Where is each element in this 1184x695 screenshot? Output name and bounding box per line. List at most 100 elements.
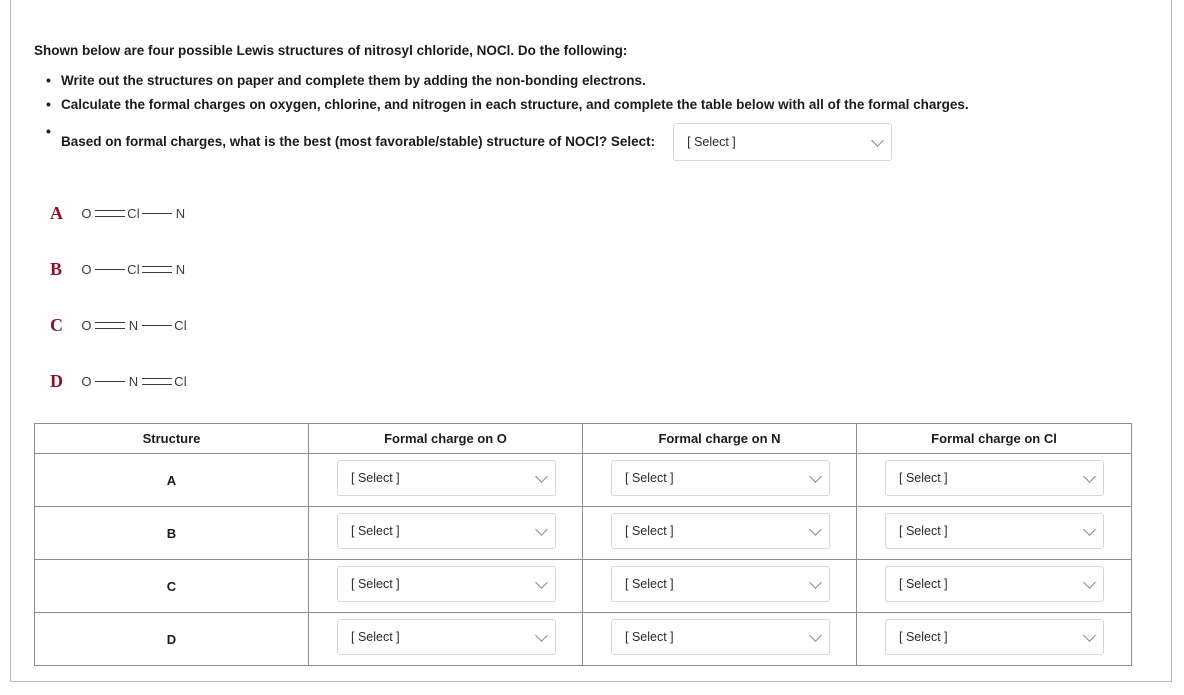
lewis-structure-c-label: C [50, 314, 63, 335]
select-c-charge-cl-value: [ Select ] [899, 576, 948, 591]
select-c-charge-n[interactable]: [ Select ] [611, 565, 830, 602]
exercise-content: Shown below are four possible Lewis stru… [34, 42, 1144, 666]
task-item-1-label: Write out the structures on paper and co… [61, 73, 646, 88]
bond-single [142, 208, 172, 218]
bond-double [142, 376, 172, 386]
atom-n: N [175, 205, 186, 221]
chevron-down-icon [809, 469, 822, 483]
cell-a-charge-o: [ Select ] [308, 453, 583, 507]
table-row: D [ Select ] [ Select ] [Select] [34, 612, 1132, 666]
lewis-structure-a: A O Cl N [34, 185, 1144, 241]
cell-b-charge-cl: [ Select ] [856, 506, 1132, 560]
best-structure-select[interactable]: [ Select ] [673, 123, 893, 161]
best-structure-select-value: [ Select ] [687, 135, 736, 149]
select-a-charge-cl-value: [ Select ] [899, 470, 948, 485]
task-item-3: Based on formal charges, what is the bes… [34, 122, 1144, 161]
chevron-down-icon [809, 575, 822, 589]
column-header-structure: Structure [34, 423, 309, 454]
cell-b-charge-n: [ Select ] [582, 506, 857, 560]
select-c-charge-cl[interactable]: [ Select ] [885, 565, 1104, 602]
select-c-charge-o[interactable]: [ Select ] [337, 565, 556, 602]
select-b-charge-n-value: [ Select ] [625, 523, 674, 538]
row-structure-d-label: D [34, 612, 309, 666]
atom-o: O [81, 205, 92, 221]
lewis-structure-a-formula: O Cl N [80, 206, 187, 221]
select-a-charge-o[interactable]: [ Select ] [337, 459, 556, 496]
select-d-charge-cl[interactable]: [ Select ] [885, 618, 1104, 655]
atom-cl: Cl [174, 373, 187, 389]
select-a-charge-n[interactable]: [ Select ] [611, 459, 830, 496]
chevron-down-icon [535, 469, 548, 483]
chevron-down-icon [1083, 575, 1096, 589]
chevron-down-icon [535, 628, 548, 642]
lewis-structure-b-formula: O Cl N [80, 262, 187, 277]
chevron-down-icon [1083, 628, 1096, 642]
cell-d-charge-o: [ Select ] [308, 612, 583, 666]
row-structure-c-label: C [34, 559, 309, 613]
select-d-charge-o-value: [ Select ] [351, 629, 400, 644]
bond-single [142, 320, 172, 330]
cell-c-charge-cl: [ Select ] [856, 559, 1132, 613]
cell-a-charge-n: [ Select ] [582, 453, 857, 507]
select-b-charge-o[interactable]: [ Select ] [337, 512, 556, 549]
lewis-structure-a-label: A [50, 202, 63, 223]
lewis-structure-d: D O N Cl [34, 353, 1144, 409]
select-a-charge-o-value: [ Select ] [351, 470, 400, 485]
table-row: C [ Select ] [ Select ] [Select] [34, 559, 1132, 613]
chevron-down-icon [535, 575, 548, 589]
cell-c-charge-n: [ Select ] [582, 559, 857, 613]
lewis-structure-c: C O N Cl [34, 297, 1144, 353]
select-a-charge-n-value: [ Select ] [625, 470, 674, 485]
atom-n: N [128, 373, 139, 389]
atom-n: N [128, 317, 139, 333]
lewis-structure-d-label: D [50, 370, 63, 391]
cell-d-charge-cl: [ Select ] [856, 612, 1132, 666]
intro-paragraph: Shown below are four possible Lewis stru… [34, 43, 628, 58]
formal-charge-table: Structure Formal charge on O Formal char… [34, 423, 1132, 666]
cell-d-charge-n: [ Select ] [582, 612, 857, 666]
chevron-down-icon [809, 628, 822, 642]
row-structure-a-label: A [34, 453, 309, 507]
bond-double [95, 208, 125, 218]
select-d-charge-o[interactable]: [ Select ] [337, 618, 556, 655]
chevron-down-icon [1083, 522, 1096, 536]
lewis-structure-d-formula: O N Cl [80, 374, 187, 389]
row-structure-b-label: B [34, 506, 309, 560]
chevron-down-icon [1083, 469, 1096, 483]
select-b-charge-o-value: [ Select ] [351, 523, 400, 538]
atom-o: O [81, 317, 92, 333]
select-d-charge-n[interactable]: [ Select ] [611, 618, 830, 655]
table-row: B [ Select ] [ Select ] [Select] [34, 506, 1132, 560]
select-c-charge-n-value: [ Select ] [625, 576, 674, 591]
atom-o: O [81, 261, 92, 277]
lewis-structures-list: A O Cl N B O Cl N C O N Cl D O N Cl [34, 185, 1144, 409]
lewis-structure-b-label: B [50, 258, 63, 279]
best-structure-question-label: Based on formal charges, what is the bes… [61, 134, 656, 149]
select-a-charge-cl[interactable]: [ Select ] [885, 459, 1104, 496]
select-b-charge-cl-value: [ Select ] [899, 523, 948, 538]
lewis-structure-c-formula: O N Cl [80, 318, 187, 333]
bond-double [142, 264, 172, 274]
table-header-row: Structure Formal charge on O Formal char… [34, 423, 1132, 454]
atom-cl: Cl [127, 205, 140, 221]
atom-o: O [81, 373, 92, 389]
column-header-charge-o: Formal charge on O [308, 423, 583, 454]
chevron-down-icon [535, 522, 548, 536]
select-c-charge-o-value: [ Select ] [351, 576, 400, 591]
bond-single [95, 264, 125, 274]
exercise-container: Shown below are four possible Lewis stru… [10, 0, 1172, 682]
cell-b-charge-o: [ Select ] [308, 506, 583, 560]
task-item-1: Write out the structures on paper and co… [34, 71, 1144, 90]
task-item-2: Calculate the formal charges on oxygen, … [34, 95, 1144, 114]
atom-n: N [175, 261, 186, 277]
task-list: Write out the structures on paper and co… [34, 71, 1144, 161]
column-header-charge-cl: Formal charge on Cl [856, 423, 1132, 454]
chevron-down-icon [871, 134, 885, 147]
chevron-down-icon [809, 522, 822, 536]
select-b-charge-cl[interactable]: [ Select ] [885, 512, 1104, 549]
cell-a-charge-cl: [ Select ] [856, 453, 1132, 507]
select-b-charge-n[interactable]: [ Select ] [611, 512, 830, 549]
task-item-2-label: Calculate the formal charges on oxygen, … [61, 97, 969, 112]
cell-c-charge-o: [ Select ] [308, 559, 583, 613]
lewis-structure-b: B O Cl N [34, 241, 1144, 297]
